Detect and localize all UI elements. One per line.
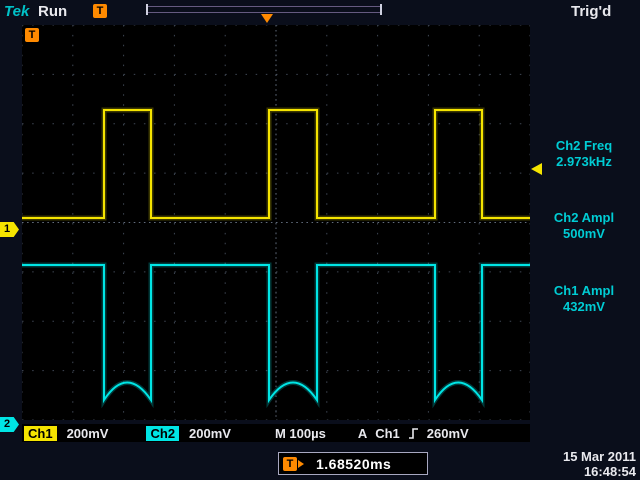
measurement-value: 432mV (528, 299, 640, 315)
record-bar-left-tick (146, 4, 148, 15)
oscilloscope-screen: Tek Run T Trig'd T 1 2 Ch2 Freq 2.973kHz… (0, 0, 640, 480)
date-label: 15 Mar 2011 (524, 449, 636, 464)
measurement-ch1-ampl: Ch1 Ampl 432mV (528, 283, 640, 315)
measurement-label: Ch1 Ampl (528, 283, 640, 299)
rising-slope-icon (408, 427, 419, 440)
right-arrow-icon (298, 460, 304, 468)
timebase-readout: M 100µs (275, 426, 326, 441)
waveform-layer (22, 25, 530, 420)
measurement-label: Ch2 Freq (528, 138, 640, 154)
measurement-ch2-ampl: Ch2 Ampl 500mV (528, 210, 640, 242)
ch2-trace (22, 265, 530, 400)
trigger-t-icon: T (93, 4, 107, 18)
ch1-badge: Ch1 (24, 426, 57, 441)
trigger-t-icon: T (25, 28, 39, 42)
trigger-readout: A Ch1 260mV (358, 426, 469, 441)
time-label: 16:48:54 (524, 464, 636, 479)
measurement-value: 2.973kHz (528, 154, 640, 170)
tek-logo: Tek (4, 3, 29, 20)
horizontal-delay-box: T 1.68520ms (278, 452, 428, 475)
datetime-readout: 15 Mar 2011 16:48:54 (524, 449, 638, 479)
ch1-scale-readout: 200mV (67, 426, 109, 441)
ch2-ground-marker[interactable]: 2 (0, 417, 19, 432)
record-view-bar (146, 6, 382, 13)
trigger-source: Ch1 (375, 426, 400, 441)
trigger-level-readout: 260mV (427, 426, 469, 441)
ch1-trace-glow (22, 110, 530, 218)
trigger-state-label: Trig'd (571, 3, 611, 20)
ch1-trace (22, 110, 530, 218)
measurement-value: 500mV (528, 226, 640, 242)
ch2-trace-glow (22, 265, 530, 400)
delay-time-readout: 1.68520ms (316, 456, 391, 472)
trigger-prefix: A (358, 426, 367, 441)
ch1-ground-marker[interactable]: 1 (0, 222, 19, 237)
ch2-scale-readout: 200mV (189, 426, 231, 441)
record-bar-right-tick (380, 4, 382, 15)
trigger-position-marker-icon[interactable] (261, 14, 273, 23)
measurement-ch2-freq: Ch2 Freq 2.973kHz (528, 138, 640, 170)
graticule: T (22, 25, 530, 420)
acquisition-status: Run (38, 3, 67, 20)
status-bar: Ch1 200mV Ch2 200mV M 100µs A Ch1 260mV (22, 424, 530, 442)
measurement-label: Ch2 Ampl (528, 210, 640, 226)
trigger-t-icon: T (283, 457, 297, 471)
ch2-badge: Ch2 (146, 426, 179, 441)
